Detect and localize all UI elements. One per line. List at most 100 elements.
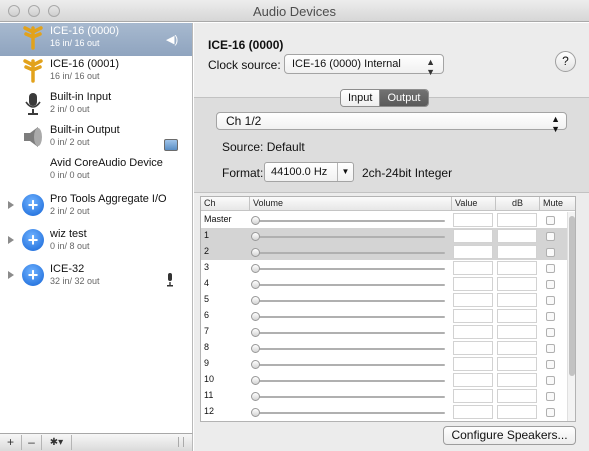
- volume-slider-knob[interactable]: [251, 328, 260, 337]
- value-field[interactable]: [453, 421, 493, 422]
- volume-slider-knob[interactable]: [251, 344, 260, 353]
- mute-checkbox[interactable]: [546, 296, 555, 305]
- resize-grip-icon[interactable]: [178, 437, 184, 447]
- volume-slider-knob[interactable]: [251, 312, 260, 321]
- gear-menu-button[interactable]: ✱▾: [42, 435, 72, 450]
- disclosure-triangle-icon[interactable]: [8, 201, 14, 209]
- db-field[interactable]: [497, 389, 537, 403]
- db-field[interactable]: [497, 373, 537, 387]
- mute-checkbox[interactable]: [546, 216, 555, 225]
- volume-slider-track[interactable]: [255, 236, 445, 238]
- mute-checkbox[interactable]: [546, 344, 555, 353]
- device-item-avid-coreaudio[interactable]: Avid CoreAudio Device 0 in/ 0 out: [0, 155, 192, 188]
- db-field[interactable]: [497, 341, 537, 355]
- value-field[interactable]: [453, 389, 493, 403]
- value-field[interactable]: [453, 373, 493, 387]
- mute-checkbox[interactable]: [546, 328, 555, 337]
- column-header-mute[interactable]: Mute: [543, 198, 563, 208]
- volume-slider-knob[interactable]: [251, 216, 260, 225]
- table-row[interactable]: 5: [201, 292, 567, 308]
- value-field[interactable]: [453, 405, 493, 419]
- mute-checkbox[interactable]: [546, 232, 555, 241]
- device-item-ice32[interactable]: + ICE-32 32 in/ 32 out: [0, 261, 192, 294]
- value-field[interactable]: [453, 245, 493, 259]
- volume-slider-knob[interactable]: [251, 264, 260, 273]
- volume-slider-track[interactable]: [255, 220, 445, 222]
- volume-slider-track[interactable]: [255, 348, 445, 350]
- value-field[interactable]: [453, 341, 493, 355]
- value-field[interactable]: [453, 261, 493, 275]
- volume-slider-track[interactable]: [255, 316, 445, 318]
- db-field[interactable]: [497, 277, 537, 291]
- format-select[interactable]: 44100.0 Hz ▼: [264, 162, 354, 182]
- mute-checkbox[interactable]: [546, 360, 555, 369]
- mute-checkbox[interactable]: [546, 248, 555, 257]
- volume-slider-track[interactable]: [255, 252, 445, 254]
- table-row[interactable]: 3: [201, 260, 567, 276]
- table-row[interactable]: 7: [201, 324, 567, 340]
- table-row[interactable]: 10: [201, 372, 567, 388]
- volume-slider-track[interactable]: [255, 364, 445, 366]
- volume-slider-knob[interactable]: [251, 280, 260, 289]
- mute-checkbox[interactable]: [546, 280, 555, 289]
- table-row[interactable]: 1: [201, 228, 567, 244]
- value-field[interactable]: [453, 293, 493, 307]
- volume-slider-track[interactable]: [255, 268, 445, 270]
- remove-device-button[interactable]: –: [22, 435, 42, 450]
- mute-checkbox[interactable]: [546, 264, 555, 273]
- volume-slider-knob[interactable]: [251, 360, 260, 369]
- add-device-button[interactable]: +: [0, 435, 22, 450]
- table-row[interactable]: 9: [201, 356, 567, 372]
- table-row[interactable]: 4: [201, 276, 567, 292]
- db-field[interactable]: [497, 261, 537, 275]
- mute-checkbox[interactable]: [546, 312, 555, 321]
- device-item-builtin-input[interactable]: Built-in Input 2 in/ 0 out: [0, 89, 192, 122]
- db-field[interactable]: [497, 245, 537, 259]
- help-button[interactable]: ?: [555, 51, 576, 72]
- table-row[interactable]: 13: [201, 420, 567, 422]
- column-header-ch[interactable]: Ch: [204, 198, 216, 208]
- volume-slider-knob[interactable]: [251, 248, 260, 257]
- value-field[interactable]: [453, 213, 493, 227]
- volume-slider-knob[interactable]: [251, 296, 260, 305]
- volume-slider-track[interactable]: [255, 412, 445, 414]
- value-field[interactable]: [453, 229, 493, 243]
- value-field[interactable]: [453, 277, 493, 291]
- column-header-value[interactable]: Value: [455, 198, 477, 208]
- table-row[interactable]: 2: [201, 244, 567, 260]
- scrollbar-thumb[interactable]: [569, 216, 575, 376]
- db-field[interactable]: [497, 229, 537, 243]
- device-item-builtin-output[interactable]: Built-in Output 0 in/ 2 out: [0, 122, 192, 155]
- configure-speakers-button[interactable]: Configure Speakers...: [443, 426, 576, 445]
- volume-slider-track[interactable]: [255, 284, 445, 286]
- mute-checkbox[interactable]: [546, 392, 555, 401]
- device-item-ice16-0000[interactable]: ICE-16 (0000) 16 in/ 16 out ◀): [0, 23, 192, 56]
- volume-slider-track[interactable]: [255, 380, 445, 382]
- value-field[interactable]: [453, 357, 493, 371]
- volume-slider-track[interactable]: [255, 300, 445, 302]
- device-item-ice16-0001[interactable]: ICE-16 (0001) 16 in/ 16 out: [0, 56, 192, 89]
- db-field[interactable]: [497, 421, 537, 422]
- disclosure-triangle-icon[interactable]: [8, 236, 14, 244]
- value-field[interactable]: [453, 309, 493, 323]
- tab-output[interactable]: Output: [380, 90, 428, 106]
- db-field[interactable]: [497, 405, 537, 419]
- db-field[interactable]: [497, 213, 537, 227]
- table-row[interactable]: 11: [201, 388, 567, 404]
- db-field[interactable]: [497, 309, 537, 323]
- volume-slider-knob[interactable]: [251, 376, 260, 385]
- volume-slider-knob[interactable]: [251, 408, 260, 417]
- volume-slider-knob[interactable]: [251, 232, 260, 241]
- column-header-db[interactable]: dB: [512, 198, 523, 208]
- clock-source-select[interactable]: ICE-16 (0000) Internal ▲ ▼: [284, 54, 444, 77]
- value-field[interactable]: [453, 325, 493, 339]
- table-row[interactable]: Master: [201, 212, 567, 228]
- mute-checkbox[interactable]: [546, 408, 555, 417]
- channel-select[interactable]: Ch 1/2 ▲ ▼: [216, 112, 567, 134]
- table-row[interactable]: 8: [201, 340, 567, 356]
- mute-checkbox[interactable]: [546, 376, 555, 385]
- column-header-volume[interactable]: Volume: [253, 198, 283, 208]
- table-scrollbar[interactable]: [567, 212, 575, 421]
- volume-slider-knob[interactable]: [251, 392, 260, 401]
- table-row[interactable]: 12: [201, 404, 567, 420]
